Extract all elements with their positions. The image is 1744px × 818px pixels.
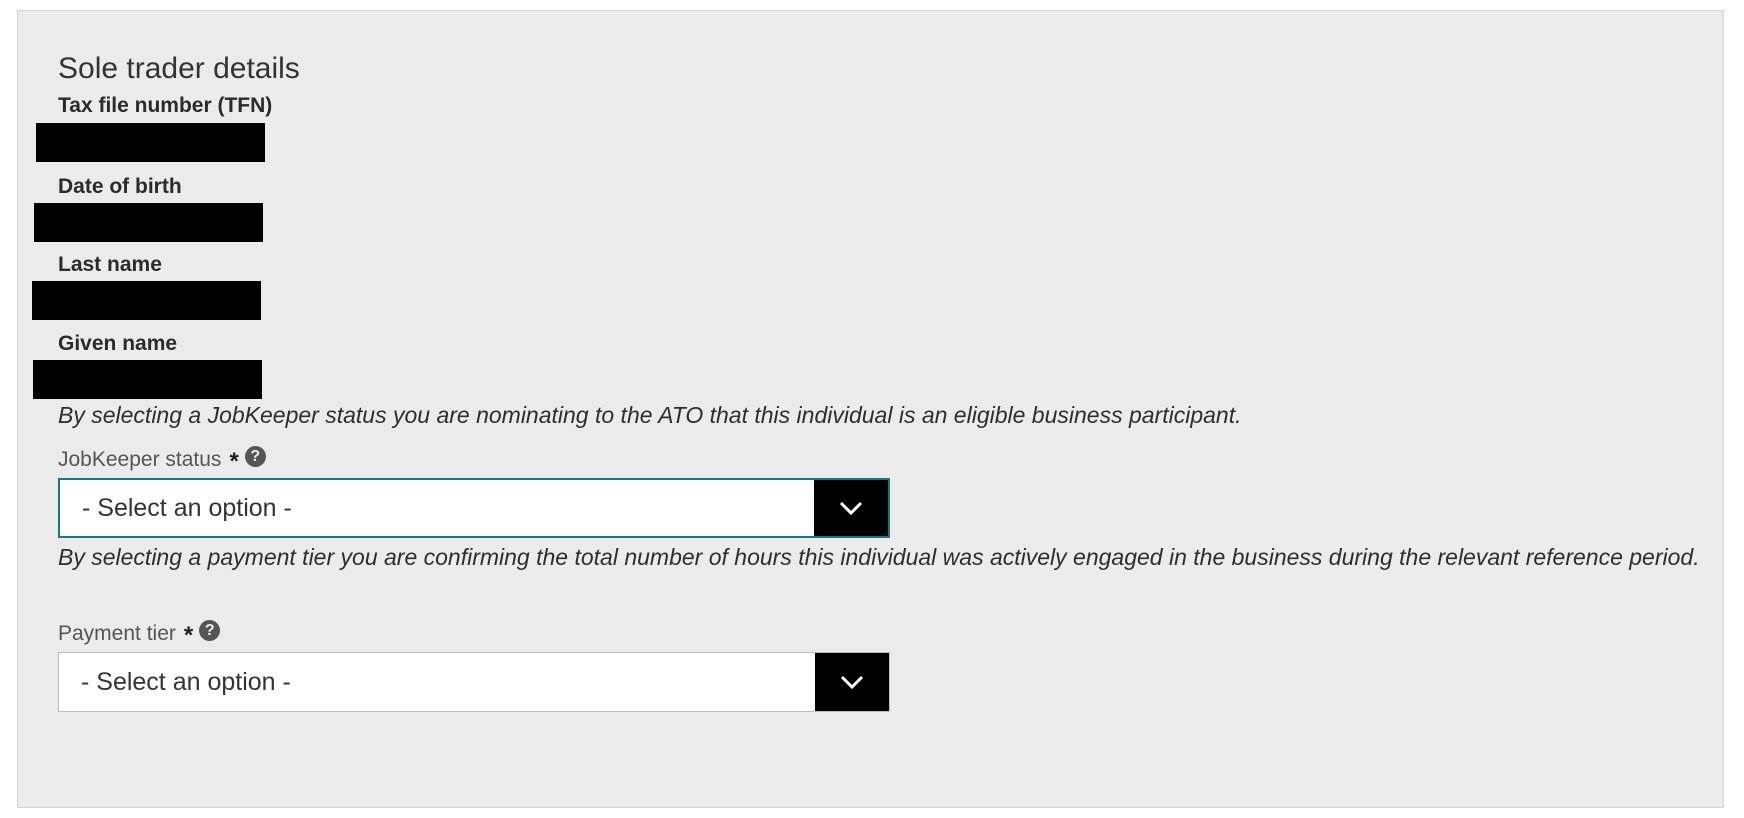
jobkeeper-status-select[interactable]: - Select an option - [58,478,890,538]
payment-tier-value: - Select an option - [81,667,291,696]
dob-value-redacted [34,203,263,242]
given-name-label: Given name [58,332,178,355]
payment-tier-label: Payment tier * ? [58,619,221,649]
dob-label: Date of birth [58,175,182,198]
chevron-down-icon [840,675,864,690]
given-name-value-redacted [33,360,262,399]
payment-tier-dropdown-button[interactable] [815,653,889,711]
payment-note: By selecting a payment tier you are conf… [58,544,1700,570]
payment-tier-label-text: Payment tier [58,622,176,645]
section-title: Sole trader details [58,52,300,85]
tfn-label: Tax file number (TFN) [58,94,273,117]
required-marker: * [229,448,239,475]
chevron-down-icon [839,501,863,516]
sole-trader-panel: Sole trader details Tax file number (TFN… [17,10,1724,808]
tfn-value-redacted [36,123,265,162]
jobkeeper-note: By selecting a JobKeeper status you are … [58,402,1242,428]
jobkeeper-status-dropdown-button[interactable] [814,480,888,536]
question-circle-icon[interactable]: ? [199,619,221,641]
last-name-label: Last name [58,253,162,276]
required-marker: * [183,622,194,649]
jobkeeper-status-label: JobKeeper status * ? [58,445,266,475]
payment-tier-select[interactable]: - Select an option - [58,652,890,712]
jobkeeper-status-value: - Select an option - [82,493,292,522]
jobkeeper-status-label-text: JobKeeper status [58,448,222,471]
last-name-value-redacted [32,281,261,320]
question-circle-icon[interactable]: ? [244,445,266,467]
